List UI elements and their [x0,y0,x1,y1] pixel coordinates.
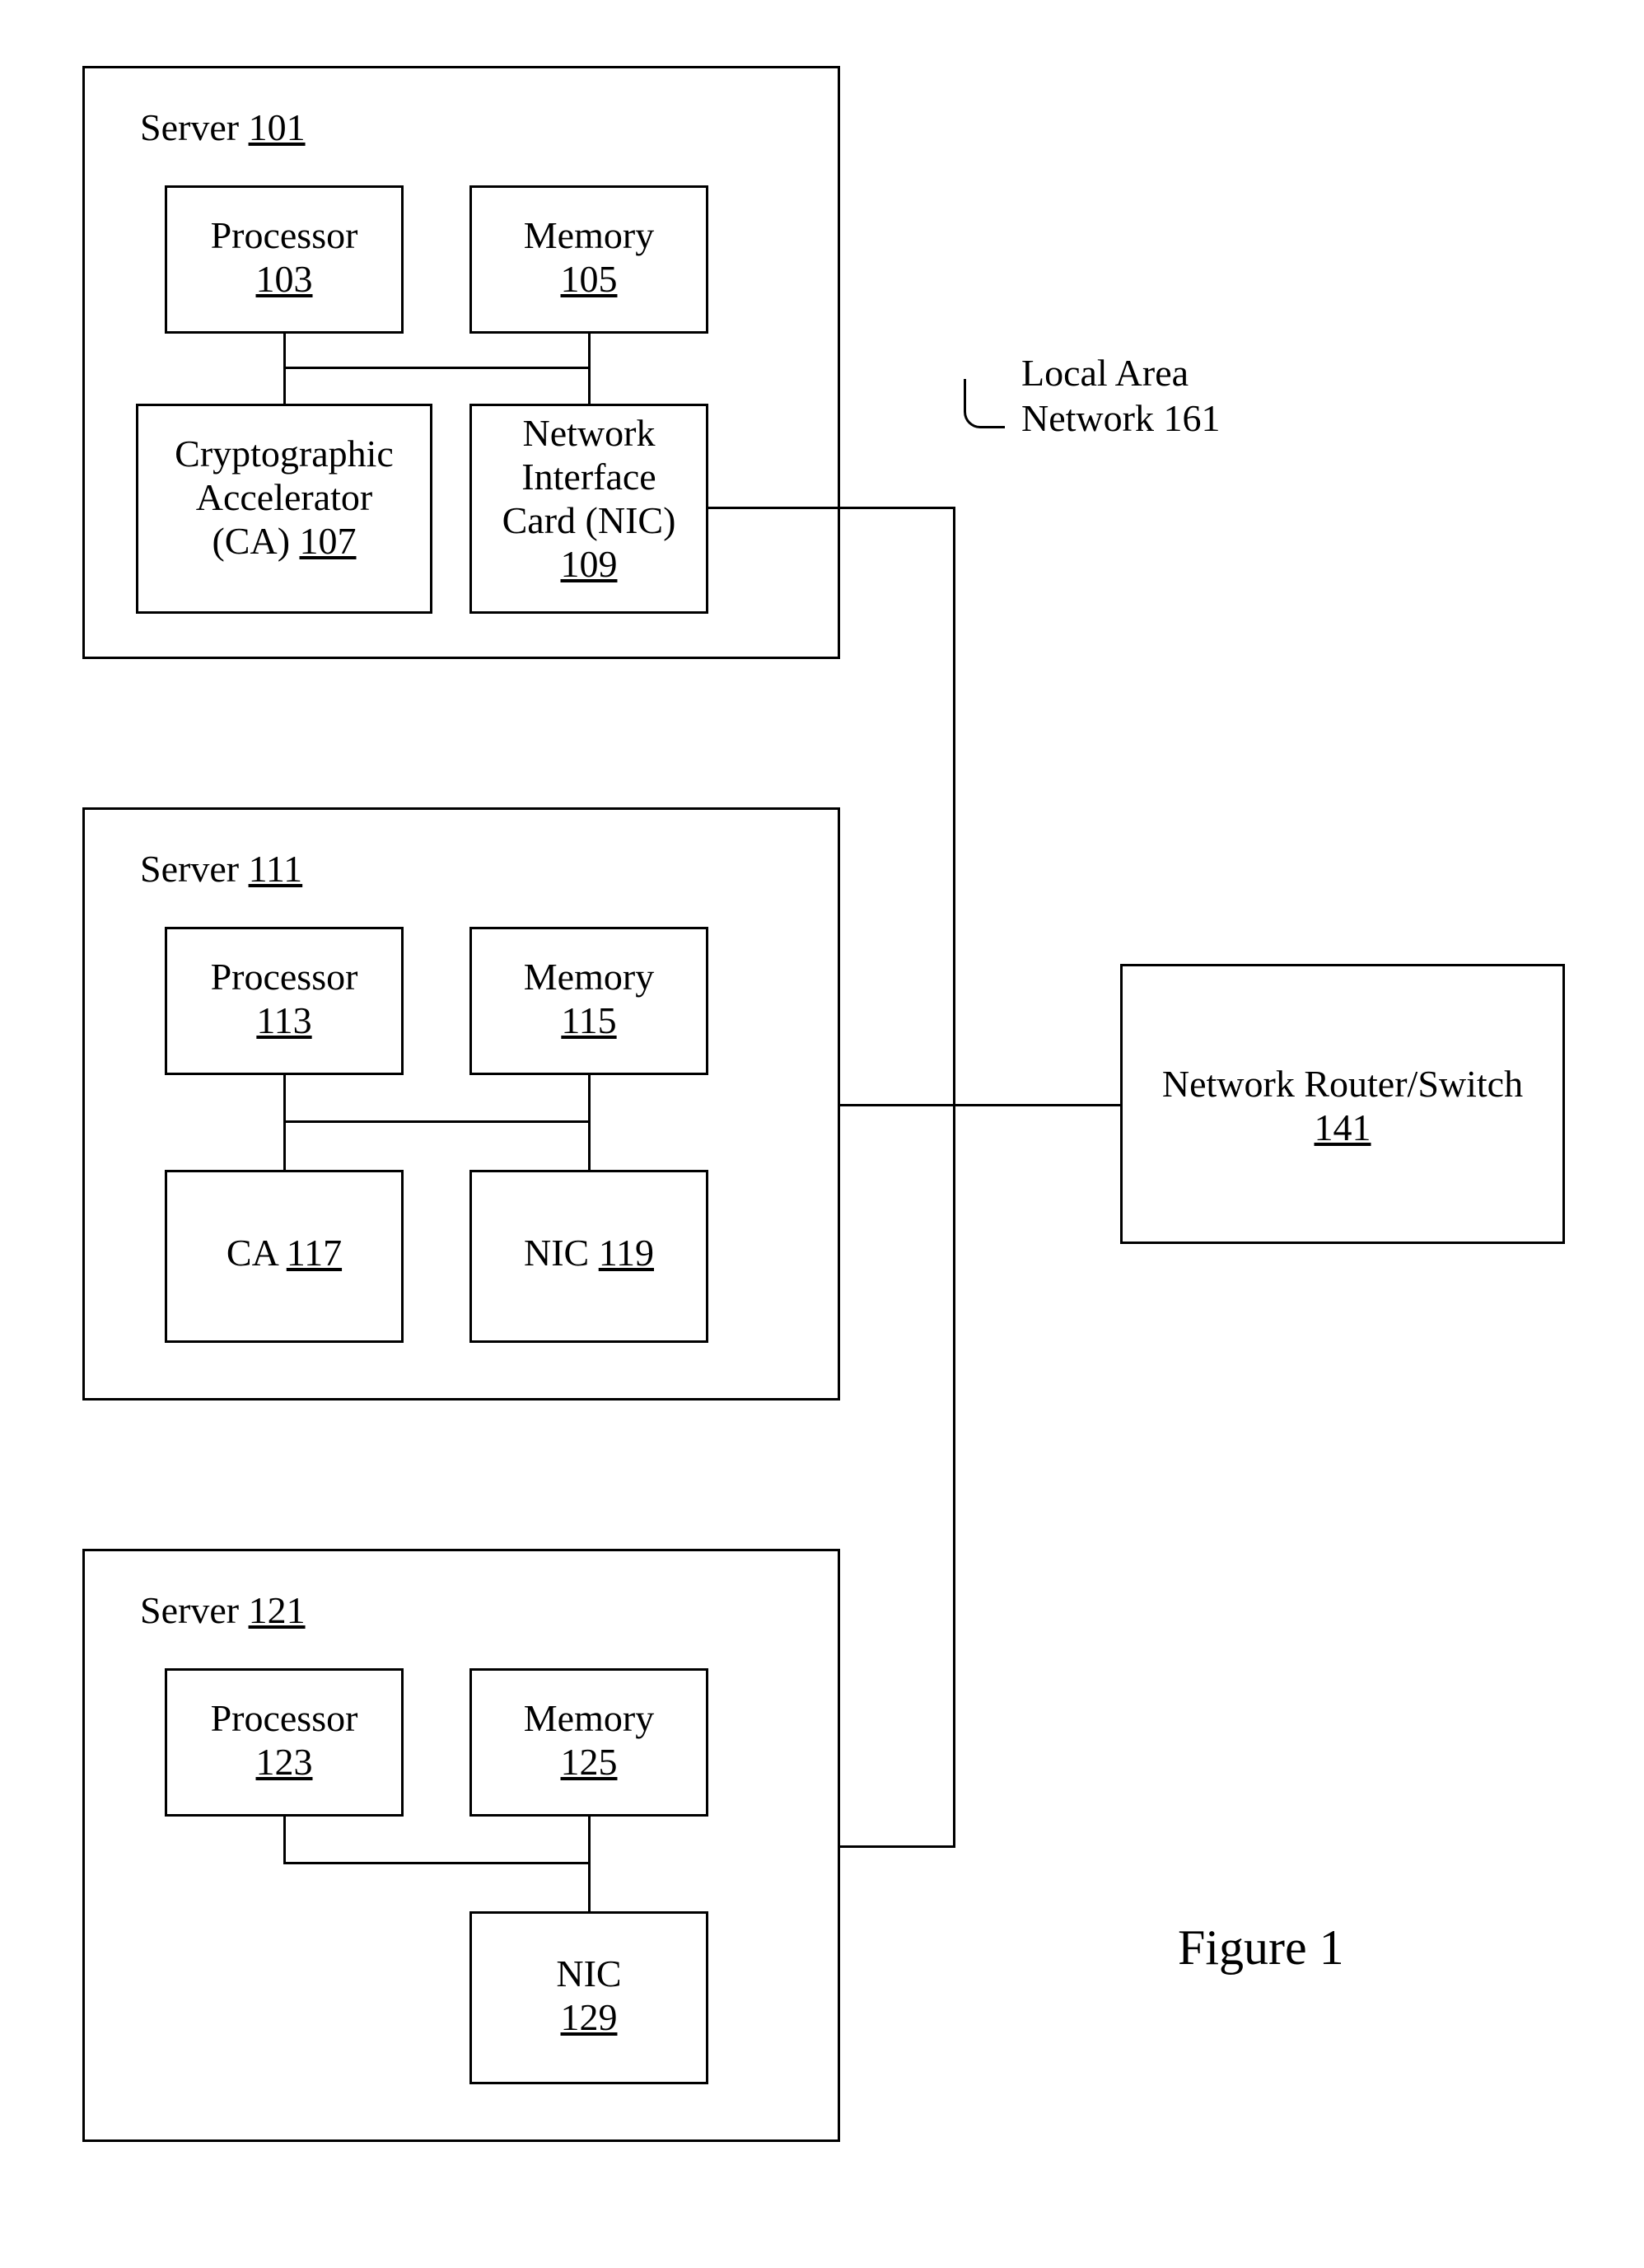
bus-line [283,367,591,369]
server-111-processor-label: Processor 113 [165,956,404,1043]
server-101-nic-l3: Card (NIC) [502,499,676,541]
server-101-nic-num: 109 [561,543,618,585]
router-label: Network Router/Switch 141 [1120,1063,1565,1150]
server-101-proc-text: Processor [211,214,358,256]
server-111-nic-prefix: NIC [524,1232,599,1274]
bus-line [283,1817,286,1862]
server-121-nic-num: 129 [561,1996,618,2038]
server-101-processor-label: Processor 103 [165,214,404,302]
lan-line1: Local Area [1021,352,1189,394]
server-101-memory-label: Memory 105 [469,214,708,302]
lan-to-router [955,1104,1120,1106]
lan-link-101 [708,507,955,509]
server-111-nic-num: 119 [599,1232,654,1274]
router-line1: Network Router/Switch [1162,1063,1523,1105]
bus-line [283,334,286,367]
server-121-mem-text: Memory [524,1697,654,1739]
server-101-title: Server 101 [140,107,306,149]
server-121-title-prefix: Server [140,1589,249,1631]
bus-line [588,334,591,367]
server-121-memory-label: Memory 125 [469,1697,708,1784]
lan-line2: Network 161 [1021,397,1220,439]
server-111-proc-num: 113 [256,999,311,1041]
server-111-mem-text: Memory [524,956,654,998]
bus-line [588,367,591,404]
server-121-proc-num: 123 [256,1741,313,1783]
bus-line [283,1862,591,1864]
server-111-memory-label: Memory 115 [469,956,708,1043]
server-121-nic-label: NIC 129 [469,1952,708,2040]
lan-link-111 [840,1104,955,1106]
server-101-title-num: 101 [249,106,306,148]
diagram-canvas: Server 101 Processor 103 Memory 105 Cryp… [0,0,1644,2268]
lan-trunk [953,507,955,1848]
server-121-proc-text: Processor [211,1697,358,1739]
server-111-title-num: 111 [249,848,303,890]
bus-line [588,1075,591,1120]
lan-label: Local Area Network 161 [1021,350,1220,441]
server-111-proc-text: Processor [211,956,358,998]
server-111-ca-label: CA 117 [165,1232,404,1275]
server-101-ca-label: Cryptographic Accelerator (CA) 107 [136,433,432,563]
router-num: 141 [1315,1106,1371,1148]
bus-line [588,1862,591,1911]
bus-line [588,1120,591,1170]
server-111-nic-label: NIC 119 [469,1232,708,1275]
server-121-container [82,1549,840,2142]
server-101-title-prefix: Server [140,106,249,148]
server-121-processor-label: Processor 123 [165,1697,404,1784]
server-111-ca-num: 117 [287,1232,342,1274]
server-101-ca-l3p: (CA) [212,520,299,562]
bus-line [283,367,286,404]
server-101-mem-text: Memory [524,214,654,256]
server-111-mem-num: 115 [561,999,616,1041]
bus-line [588,1817,591,1862]
server-111-ca-prefix: CA [227,1232,287,1274]
server-101-mem-num: 105 [561,258,618,300]
bus-line [283,1075,286,1120]
server-101-proc-num: 103 [256,258,313,300]
server-121-mem-num: 125 [561,1741,618,1783]
server-101-nic-l1: Network [523,412,656,454]
server-101-ca-l2: Accelerator [196,476,373,518]
server-111-title-prefix: Server [140,848,249,890]
bus-line [283,1120,591,1123]
server-111-title: Server 111 [140,849,302,891]
figure-caption: Figure 1 [1178,1920,1344,1976]
server-121-title: Server 121 [140,1590,306,1632]
server-101-nic-l2: Interface [521,456,656,498]
server-121-title-num: 121 [249,1589,306,1631]
server-121-nic-text: NIC [556,1952,621,1994]
server-101-nic-label: Network Interface Card (NIC) 109 [469,412,708,587]
server-101-ca-num: 107 [300,520,357,562]
bus-line [283,1120,286,1170]
server-101-ca-l1: Cryptographic [175,433,394,475]
lan-link-121 [840,1845,955,1848]
lan-leader-icon [964,379,1005,428]
